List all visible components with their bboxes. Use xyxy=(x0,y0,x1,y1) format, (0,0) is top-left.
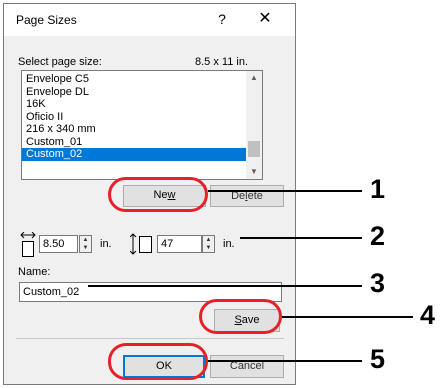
dialog-title: Page Sizes xyxy=(16,13,77,27)
scroll-up-icon[interactable]: ▲ xyxy=(246,71,262,85)
name-label: Name: xyxy=(18,266,51,278)
list-item[interactable]: Custom_02 xyxy=(22,148,248,161)
list-item[interactable]: 216 x 340 mm xyxy=(22,123,248,136)
callout-number-3: 3 xyxy=(370,268,386,298)
callout-number-4: 4 xyxy=(420,300,436,330)
list-item[interactable]: Envelope DL xyxy=(22,86,248,99)
spin-up-icon[interactable]: ▲ xyxy=(80,236,91,244)
callout-ring-ok xyxy=(108,343,208,380)
callout-line-1 xyxy=(208,190,362,192)
close-button[interactable]: ✕ xyxy=(250,8,280,30)
width-input[interactable]: 8.50 xyxy=(39,235,78,253)
page-width-icon xyxy=(20,232,36,257)
callout-ring-new xyxy=(108,177,208,212)
list-item[interactable]: Envelope C5 xyxy=(22,73,248,86)
height-input[interactable]: 47 xyxy=(157,235,202,253)
list-item[interactable]: 16K xyxy=(22,98,248,111)
scroll-down-icon[interactable]: ▼ xyxy=(246,165,262,179)
spin-up-icon[interactable]: ▲ xyxy=(203,236,214,244)
callout-number-5: 5 xyxy=(370,344,386,374)
page-height-icon xyxy=(130,233,152,255)
help-button[interactable]: ? xyxy=(211,8,233,30)
delete-button[interactable]: Delete xyxy=(210,185,284,207)
list-item[interactable]: Oficio II xyxy=(22,111,248,124)
spin-down-icon[interactable]: ▼ xyxy=(203,244,214,252)
callout-number-2: 2 xyxy=(370,221,386,251)
callout-line-5 xyxy=(208,360,362,362)
scroll-thumb[interactable] xyxy=(248,141,260,157)
callout-line-3 xyxy=(88,285,362,287)
height-spinner[interactable]: ▲ ▼ xyxy=(202,235,215,253)
list-scrollbar[interactable]: ▲ ▼ xyxy=(246,71,262,179)
callout-ring-save xyxy=(199,299,282,334)
width-unit-label: in. xyxy=(100,238,112,250)
current-size-label: 8.5 x 11 in. xyxy=(195,56,248,68)
height-unit-label: in. xyxy=(223,238,235,250)
cancel-button[interactable]: Cancel xyxy=(210,355,284,378)
callout-line-2 xyxy=(240,237,362,239)
width-spinner[interactable]: ▲ ▼ xyxy=(79,235,92,253)
callout-line-4 xyxy=(282,316,413,318)
title-bar: Page Sizes ? ✕ xyxy=(4,4,295,36)
page-size-list[interactable]: Envelope C5 Envelope DL 16K Oficio II 216 x … xyxy=(21,70,263,180)
divider xyxy=(16,338,284,339)
select-page-size-label: Select page size: xyxy=(18,56,102,68)
callout-number-1: 1 xyxy=(370,174,386,204)
spin-down-icon[interactable]: ▼ xyxy=(80,244,91,252)
list-item[interactable]: Custom_01 xyxy=(22,136,248,149)
